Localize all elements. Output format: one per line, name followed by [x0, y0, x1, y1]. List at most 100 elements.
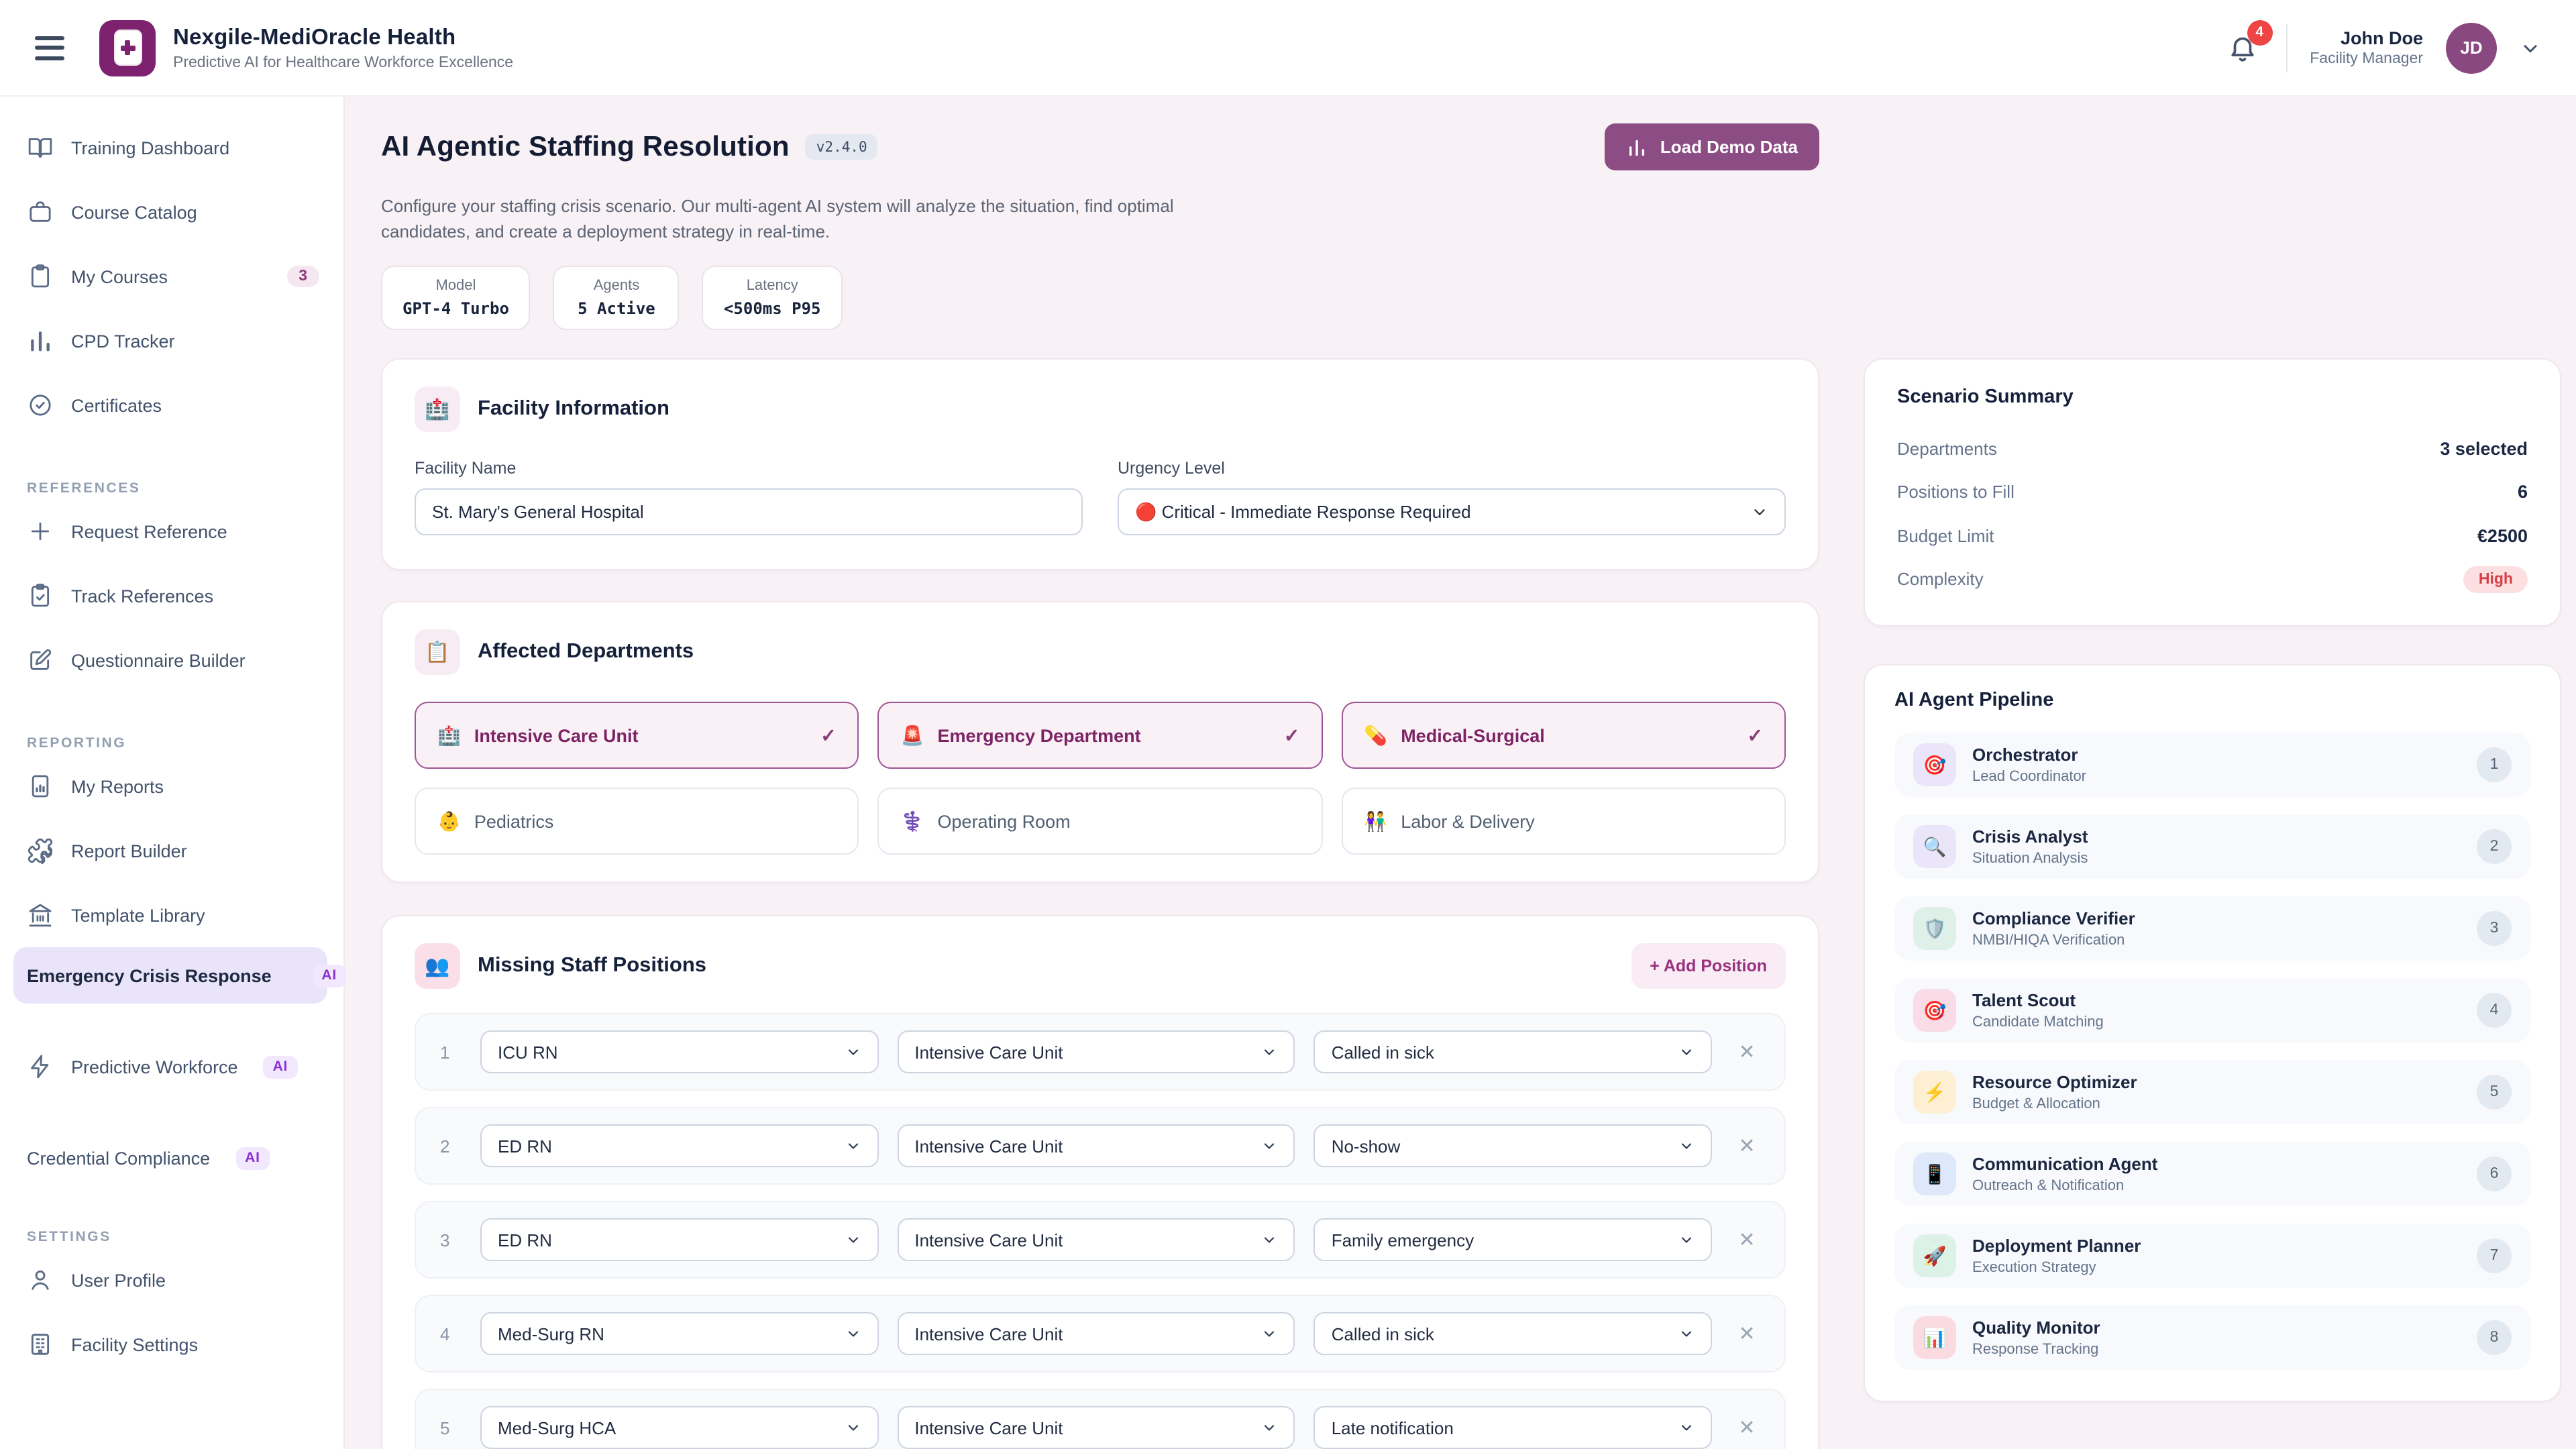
department-tile-pediatrics[interactable]: 👶Pediatrics✓ — [415, 788, 859, 855]
position-row: 2ED RNIntensive Care UnitNo-show✕ — [415, 1107, 1786, 1185]
role-select[interactable]: Med-Surg HCA — [480, 1406, 878, 1449]
zap-icon — [27, 1053, 54, 1080]
department-name: Labor & Delivery — [1401, 811, 1535, 831]
add-position-button[interactable]: + Add Position — [1631, 943, 1786, 989]
notification-count-badge: 4 — [2247, 19, 2272, 45]
sidebar-item-template-library[interactable]: Template Library — [13, 883, 330, 947]
summary-label: Budget Limit — [1897, 526, 1994, 546]
department-select[interactable]: Intensive Care Unit — [897, 1124, 1295, 1167]
role-select[interactable]: ED RN — [480, 1218, 878, 1261]
reason-select[interactable]: No-show — [1314, 1124, 1712, 1167]
agent-subtitle: NMBI/HIQA Verification — [1972, 932, 2135, 949]
row-number: 1 — [440, 1042, 462, 1062]
sidebar-item-questionnaire-builder[interactable]: Questionnaire Builder — [13, 628, 330, 692]
facility-name-input[interactable] — [415, 488, 1083, 535]
chevron-down-icon — [845, 1044, 861, 1060]
department-select[interactable]: Intensive Care Unit — [897, 1406, 1295, 1449]
sidebar-item-user-profile[interactable]: User Profile — [13, 1248, 330, 1312]
file-chart-icon — [27, 773, 54, 800]
sidebar-item-label: Training Dashboard — [71, 138, 229, 158]
people-icon: 👥 — [415, 943, 460, 989]
chevron-down-icon — [1751, 503, 1768, 521]
department-emoji-icon: 💊 — [1364, 724, 1387, 747]
sidebar-item-report-builder[interactable]: Report Builder — [13, 818, 330, 883]
sidebar-item-request-reference[interactable]: Request Reference — [13, 499, 330, 564]
clipboard-check-icon — [27, 582, 54, 609]
role-select[interactable]: ED RN — [480, 1124, 878, 1167]
agent-name: Resource Optimizer — [1972, 1073, 2137, 1093]
stat-label: Model — [402, 278, 509, 294]
reason-select[interactable]: Family emergency — [1314, 1218, 1712, 1261]
load-demo-data-button[interactable]: Load Demo Data — [1605, 123, 1819, 170]
book-open-icon — [27, 134, 54, 161]
sidebar-item-label: Track References — [71, 586, 213, 606]
landmark-icon — [27, 902, 54, 928]
reason-select[interactable]: Called in sick — [1314, 1312, 1712, 1355]
reason-select[interactable]: Late notification — [1314, 1406, 1712, 1449]
department-tile-labor-delivery[interactable]: 👫Labor & Delivery✓ — [1341, 788, 1786, 855]
remove-row-button[interactable]: ✕ — [1733, 1415, 1760, 1440]
sidebar-item-training-dashboard[interactable]: Training Dashboard — [13, 115, 330, 180]
department-grid: 🏥Intensive Care Unit✓ 🚨Emergency Departme… — [415, 702, 1786, 855]
chevron-down-icon — [1678, 1419, 1695, 1436]
avatar[interactable]: JD — [2446, 22, 2497, 73]
stat-value: 5 Active — [575, 299, 658, 318]
sidebar-item-certificates[interactable]: Certificates — [13, 373, 330, 437]
department-emoji-icon: 🏥 — [437, 724, 461, 747]
row-number: 5 — [440, 1417, 462, 1438]
model-stats-row: ModelGPT-4 TurboAgents5 ActiveLatency<50… — [381, 266, 1819, 330]
summary-title: Scenario Summary — [1897, 386, 2528, 408]
affected-departments-card: 📋 Affected Departments 🏥Intensive Care U… — [381, 601, 1819, 883]
chevron-down-icon — [1678, 1044, 1695, 1060]
agent-subtitle: Candidate Matching — [1972, 1014, 2104, 1030]
summary-label: Departments — [1897, 439, 1997, 459]
role-select[interactable]: ICU RN — [480, 1030, 878, 1073]
agent-item-deployment-planner: 🚀Deployment PlannerExecution Strategy7 — [1894, 1224, 2530, 1288]
remove-row-button[interactable]: ✕ — [1733, 1228, 1760, 1252]
chevron-down-icon — [1262, 1419, 1278, 1436]
chevron-down-icon[interactable] — [2520, 37, 2541, 58]
remove-row-button[interactable]: ✕ — [1733, 1322, 1760, 1346]
department-select[interactable]: Intensive Care Unit — [897, 1218, 1295, 1261]
department-tile-emergency-department[interactable]: 🚨Emergency Department✓ — [878, 702, 1323, 769]
top-bar: Nexgile-MediOracle Health Predictive AI … — [0, 0, 2576, 97]
sidebar-section-reporting: REPORTING — [27, 724, 330, 751]
urgency-level-select[interactable]: 🔴 Critical - Immediate Response Required — [1118, 488, 1786, 535]
briefcase-icon — [27, 199, 54, 225]
sidebar-item-label: Emergency Crisis Response — [27, 965, 272, 985]
sidebar-item-track-references[interactable]: Track References — [13, 564, 330, 628]
reason-select[interactable]: Called in sick — [1314, 1030, 1712, 1073]
agent-emoji-icon: 🚀 — [1913, 1234, 1956, 1277]
sidebar-item-label: My Courses — [71, 266, 168, 286]
sidebar-item-course-catalog[interactable]: Course Catalog — [13, 180, 330, 244]
check-icon: ✓ — [820, 724, 836, 747]
position-row: 1 ICU RN Intensive Care Unit Called in sick… — [415, 1013, 1786, 1091]
role-select[interactable]: Med-Surg RN — [480, 1312, 878, 1355]
sidebar-item-predictive-workforce[interactable]: Predictive WorkforceAI — [13, 1038, 330, 1095]
remove-row-button[interactable]: ✕ — [1733, 1040, 1760, 1064]
department-tile-intensive-care-unit[interactable]: 🏥Intensive Care Unit✓ — [415, 702, 859, 769]
department-tile-medical-surgical[interactable]: 💊Medical-Surgical✓ — [1341, 702, 1786, 769]
sidebar-item-cpd-tracker[interactable]: CPD Tracker — [13, 309, 330, 373]
agent-emoji-icon: 📱 — [1913, 1152, 1956, 1195]
sidebar-item-label: Facility Settings — [71, 1334, 198, 1354]
sidebar-item-label: CPD Tracker — [71, 331, 175, 351]
bar-chart-icon — [27, 327, 54, 354]
sidebar-item-credential-compliance[interactable]: Credential ComplianceAI — [13, 1130, 330, 1186]
user-info: John Doe Facility Manager — [2310, 28, 2423, 67]
agent-item-talent-scout: 🎯Talent ScoutCandidate Matching4 — [1894, 978, 2530, 1042]
menu-icon[interactable] — [35, 36, 67, 60]
department-tile-operating-room[interactable]: ⚕️Operating Room✓ — [878, 788, 1323, 855]
count-badge: 3 — [286, 266, 319, 287]
department-select[interactable]: Intensive Care Unit — [897, 1030, 1295, 1073]
version-badge: v2.4.0 — [806, 134, 878, 160]
sidebar-item-emergency-crisis-response[interactable]: Emergency Crisis ResponseAI — [13, 947, 327, 1004]
agent-emoji-icon: 🎯 — [1913, 743, 1956, 786]
sidebar-item-my-courses[interactable]: My Courses 3 — [13, 244, 330, 309]
notifications-button[interactable]: 4 — [2222, 28, 2263, 68]
department-select[interactable]: Intensive Care Unit — [897, 1312, 1295, 1355]
remove-row-button[interactable]: ✕ — [1733, 1134, 1760, 1158]
sidebar-item-my-reports[interactable]: My Reports — [13, 754, 330, 818]
brand-text: Nexgile-MediOracle Health Predictive AI … — [173, 25, 513, 70]
sidebar-item-facility-settings[interactable]: Facility Settings — [13, 1312, 330, 1377]
